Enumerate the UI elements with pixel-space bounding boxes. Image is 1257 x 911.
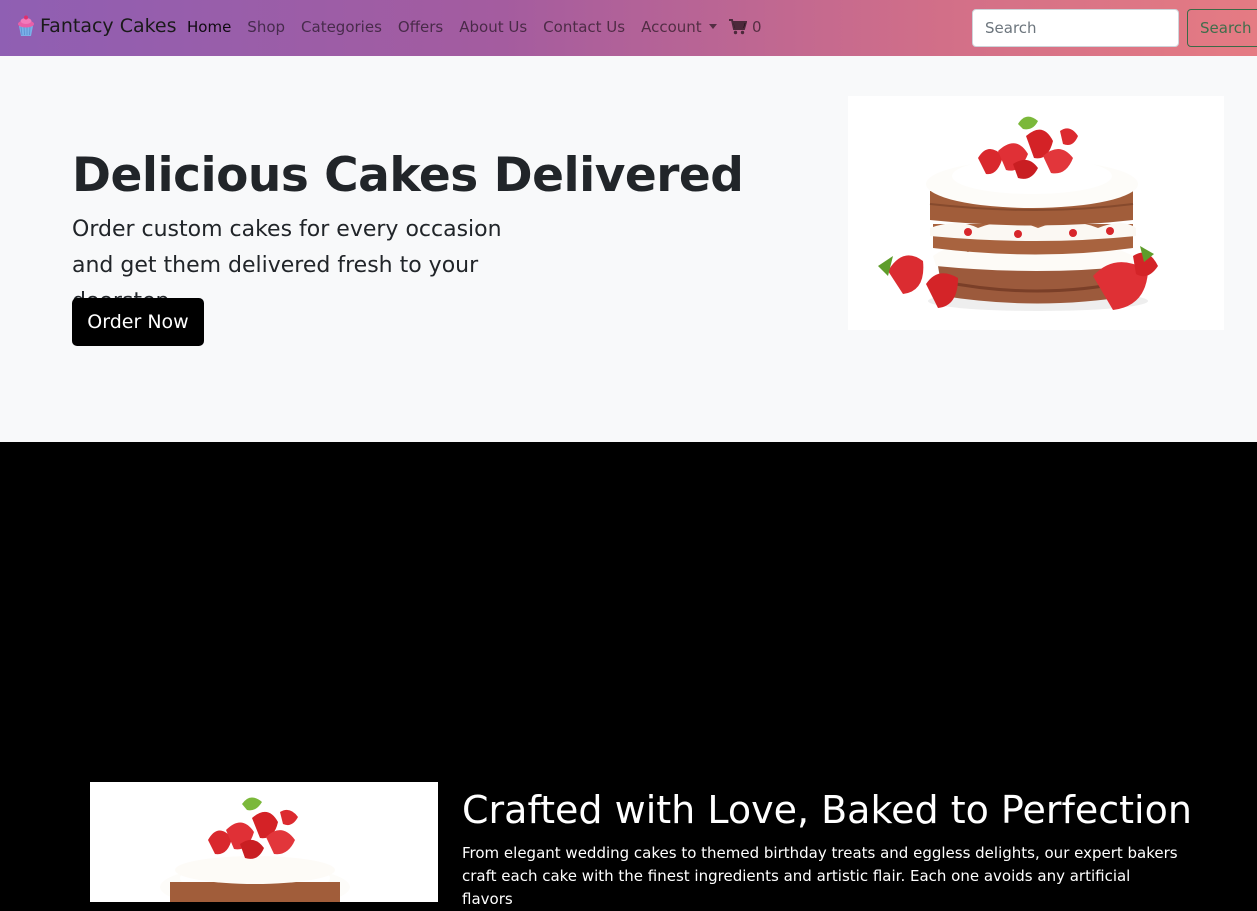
- brand-name: Fantacy Cakes: [40, 15, 177, 37]
- cart-link[interactable]: 0: [729, 18, 762, 36]
- brand-link[interactable]: Fantacy Cakes: [16, 15, 177, 37]
- shopping-cart-icon: [729, 19, 747, 35]
- search-input[interactable]: [972, 9, 1179, 47]
- cart-count: 0: [752, 18, 762, 36]
- caret-down-icon: [708, 24, 717, 29]
- top-navbar: Fantacy Cakes Home Shop Categories Offer…: [0, 0, 1257, 56]
- about-cake-image: [90, 782, 438, 902]
- nav-link-categories[interactable]: Categories: [301, 18, 382, 36]
- nav-dropdown-account[interactable]: Account: [641, 18, 717, 36]
- strawberry-cake-illustration: [878, 116, 1158, 311]
- hero-section: Delicious Cakes Delivered Order custom c…: [0, 56, 1257, 442]
- nav-link-shop[interactable]: Shop: [247, 18, 285, 36]
- strawberry-cake-illustration: [160, 797, 350, 902]
- about-title: Crafted with Love, Baked to Perfection: [462, 788, 1192, 832]
- hero-cake-image: [848, 96, 1224, 330]
- nav-links: Home Shop Categories Offers About Us Con…: [187, 18, 733, 36]
- about-text: From elegant wedding cakes to themed bir…: [462, 844, 1178, 908]
- nav-link-offers[interactable]: Offers: [398, 18, 443, 36]
- search-button[interactable]: Search: [1187, 9, 1257, 47]
- nav-link-about-us[interactable]: About Us: [459, 18, 527, 36]
- hero-title: Delicious Cakes Delivered: [72, 148, 744, 203]
- nav-link-home[interactable]: Home: [187, 18, 231, 36]
- nav-link-contact-us[interactable]: Contact Us: [543, 18, 625, 36]
- cupcake-icon: [18, 15, 34, 36]
- about-section: Crafted with Love, Baked to Perfection F…: [0, 442, 1257, 908]
- account-label: Account: [641, 18, 702, 36]
- order-now-button[interactable]: Order Now: [72, 298, 204, 346]
